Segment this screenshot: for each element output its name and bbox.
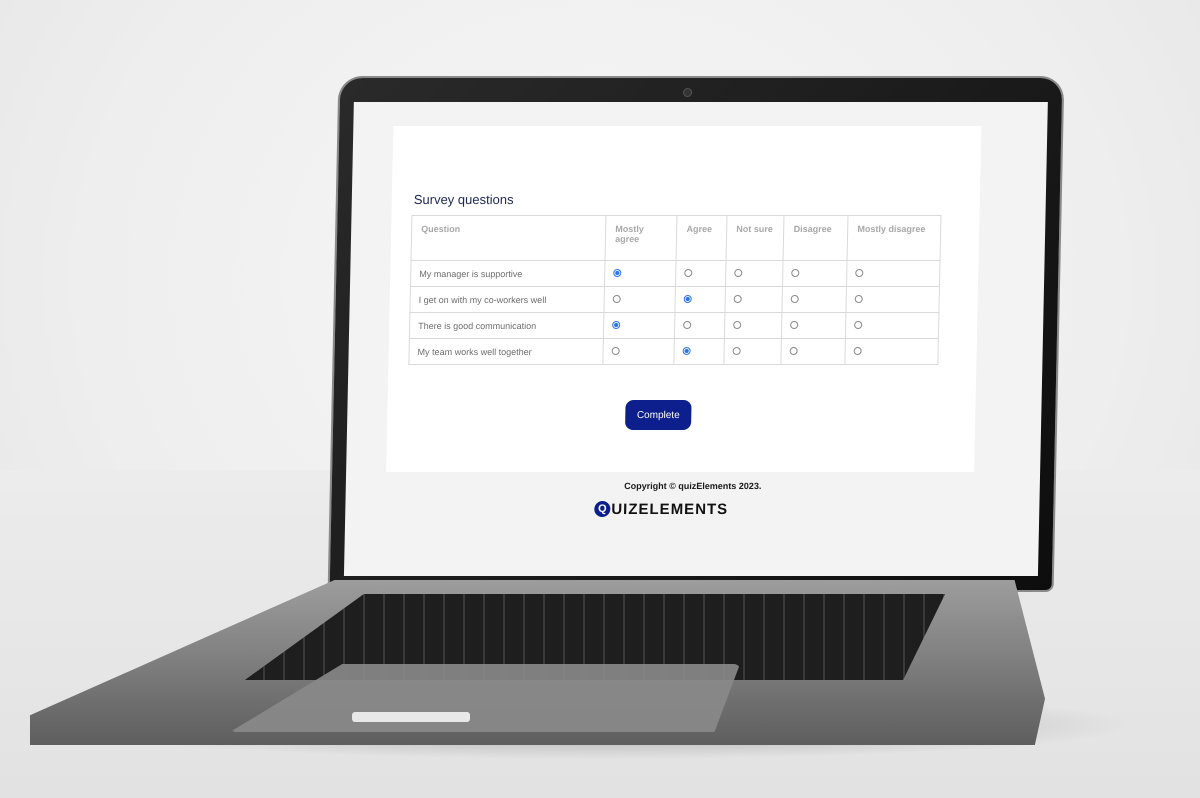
radio-mostly-disagree[interactable] <box>854 320 863 329</box>
radio-agree[interactable] <box>684 268 693 277</box>
option-cell <box>675 260 727 287</box>
option-cell <box>674 338 725 365</box>
option-cell <box>725 260 784 287</box>
radio-mostly-disagree[interactable] <box>853 346 862 355</box>
column-header: Disagree <box>783 215 849 261</box>
radio-agree[interactable] <box>683 320 692 329</box>
radio-disagree[interactable] <box>790 346 799 355</box>
option-cell <box>846 260 941 287</box>
radio-not-sure[interactable] <box>733 294 742 303</box>
table-row: My manager is supportive <box>410 260 941 287</box>
laptop-screen: Survey questions Question Mostly agree A… <box>343 102 1048 576</box>
radio-not-sure[interactable] <box>734 268 743 277</box>
option-cell <box>675 286 726 313</box>
column-header: Mostly agree <box>605 215 678 261</box>
column-header: Mostly disagree <box>847 215 941 261</box>
radio-mostly-agree[interactable] <box>611 346 620 355</box>
option-cell <box>782 286 847 313</box>
radio-disagree[interactable] <box>791 268 800 277</box>
column-header: Not sure <box>726 215 785 261</box>
option-cell <box>603 312 676 339</box>
lid-notch <box>352 712 470 722</box>
radio-agree[interactable] <box>682 346 692 355</box>
option-cell <box>781 312 847 339</box>
footer-copyright: Copyright © quizElements 2023. <box>624 481 762 491</box>
option-cell <box>845 312 939 339</box>
radio-mostly-agree[interactable] <box>613 268 622 277</box>
question-cell: I get on with my co-workers well <box>409 286 605 313</box>
option-cell <box>724 338 782 365</box>
quizelements-logo: Q UIZELEMENTS <box>594 498 794 520</box>
question-cell: My manager is supportive <box>410 260 606 287</box>
question-cell: My team works well together <box>408 338 604 365</box>
logo-text: UIZELEMENTS <box>611 500 729 518</box>
table-row: I get on with my co-workers well <box>409 286 940 313</box>
radio-not-sure[interactable] <box>733 320 742 329</box>
radio-not-sure[interactable] <box>732 346 741 355</box>
option-cell <box>603 338 675 365</box>
option-cell <box>846 286 940 313</box>
radio-mostly-disagree[interactable] <box>855 268 864 277</box>
logo-q-icon: Q <box>594 501 611 517</box>
option-cell <box>845 338 939 365</box>
column-header: Agree <box>676 215 728 261</box>
radio-mostly-disagree[interactable] <box>854 294 864 303</box>
option-cell <box>725 286 783 313</box>
option-cell <box>782 260 848 287</box>
radio-agree[interactable] <box>684 294 693 303</box>
option-cell <box>674 312 726 339</box>
table-row: There is good communication <box>409 312 939 339</box>
table-row: My team works well together <box>408 338 939 365</box>
radio-disagree[interactable] <box>791 294 800 303</box>
survey-table: Question Mostly agree Agree Not sure Dis… <box>408 215 941 365</box>
survey-title: Survey questions <box>413 192 514 207</box>
laptop-lid: Survey questions Question Mostly agree A… <box>329 78 1063 590</box>
radio-disagree[interactable] <box>790 320 799 329</box>
column-header: Question <box>411 215 607 261</box>
option-cell <box>604 286 676 313</box>
option-cell <box>604 260 677 287</box>
table-header-row: Question Mostly agree Agree Not sure Dis… <box>411 215 941 261</box>
radio-mostly-agree[interactable] <box>612 320 621 329</box>
radio-mostly-agree[interactable] <box>612 294 621 303</box>
complete-button[interactable]: Complete <box>624 400 692 430</box>
question-cell: There is good communication <box>409 312 605 339</box>
survey-card: Survey questions Question Mostly agree A… <box>386 126 982 472</box>
option-cell <box>781 338 846 365</box>
option-cell <box>724 312 783 339</box>
camera <box>682 88 693 97</box>
